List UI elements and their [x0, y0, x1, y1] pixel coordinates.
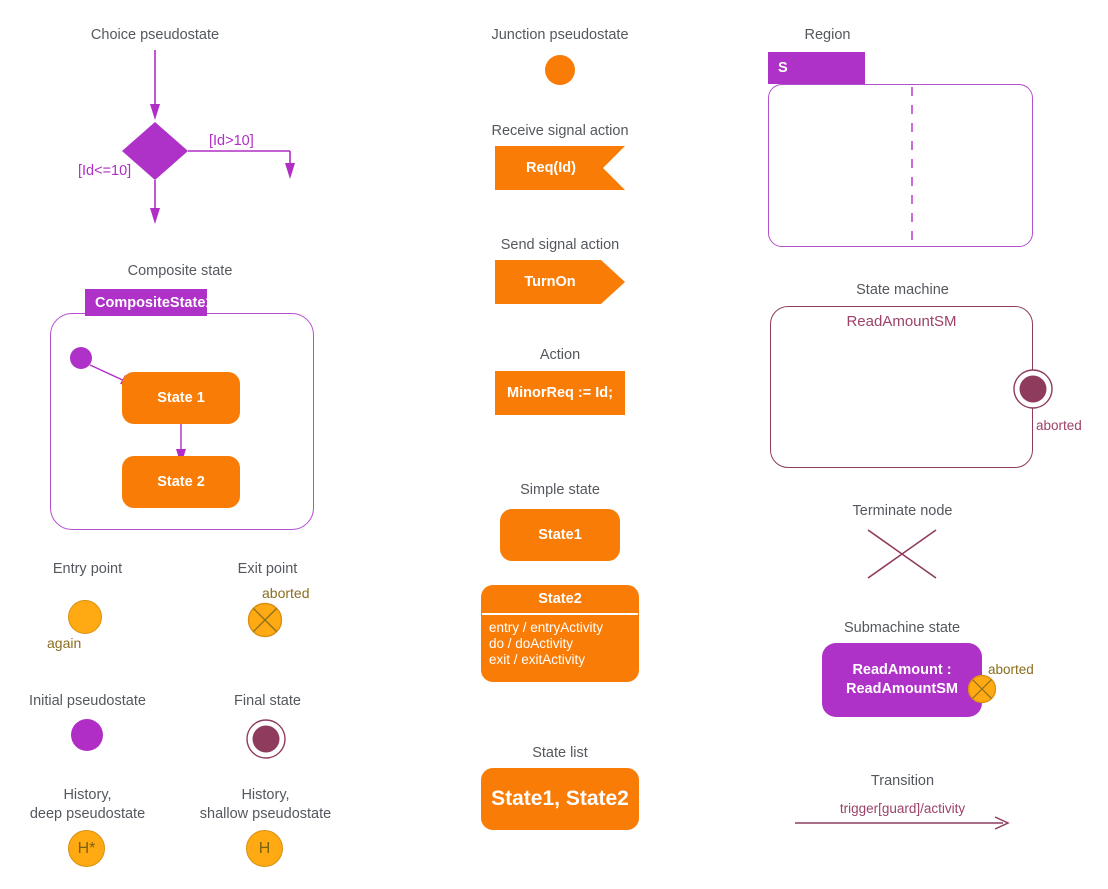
choice-guard-right-label: [Id>10] [209, 133, 254, 149]
region-caption: Region [804, 27, 851, 43]
region-tab: S [768, 52, 865, 84]
exit-point-caption: Exit point [237, 561, 298, 577]
history-shallow-icon[interactable]: H [246, 830, 283, 867]
submachine-state-shape[interactable]: ReadAmount : ReadAmountSM [822, 643, 982, 717]
submachine-state-label-line1: ReadAmount : [852, 662, 952, 678]
state-machine-exit-final-state[interactable] [1012, 368, 1054, 410]
action-caption: Action [539, 347, 581, 363]
state2-entry-activity: entry / entryActivity [489, 619, 604, 635]
action-shape[interactable]: MinorReq := Id; [495, 371, 625, 415]
simple-state-1[interactable]: State1 [500, 509, 620, 561]
submachine-state-caption: Submachine state [843, 620, 961, 636]
initial-pseudostate-icon[interactable] [70, 718, 104, 752]
composite-inner-state-2-label: State 2 [157, 474, 205, 490]
state2-shape[interactable]: State2 entry / entryActivity do / doActi… [481, 585, 639, 682]
region-divider [911, 87, 913, 244]
region-tab-label: S [778, 60, 788, 76]
junction-pseudostate-icon[interactable] [544, 54, 576, 86]
state-list-caption: State list [532, 745, 588, 761]
state2-exit-activity: exit / exitActivity [489, 651, 586, 667]
state-machine-exit-label: aborted [1036, 418, 1082, 433]
send-signal-caption: Send signal action [500, 237, 620, 253]
history-deep-caption: History, deep pseudostate [29, 787, 146, 822]
exit-point-label: aborted [262, 585, 310, 601]
entry-point-label: again [47, 635, 82, 651]
composite-inner-state-2[interactable]: State 2 [122, 456, 240, 508]
history-deep-symbol: H* [77, 839, 96, 857]
composite-state-tab: CompositeState1 [85, 289, 213, 316]
final-state-icon[interactable] [245, 718, 287, 760]
composite-inner-state-1-label: State 1 [157, 390, 205, 406]
state2-activities: entry / entryActivity do / doActivity ex… [481, 615, 639, 668]
entry-point-caption: Entry point [52, 561, 123, 577]
composite-inner-state-1[interactable]: State 1 [122, 372, 240, 424]
receive-signal-label: Req(Id) [526, 160, 576, 176]
exit-point-icon[interactable] [247, 602, 283, 638]
state-machine-title: ReadAmountSM [846, 313, 957, 330]
state2-title: State2 [538, 591, 582, 607]
simple-state-1-label: State1 [538, 527, 582, 543]
initial-pseudostate-caption: Initial pseudostate [29, 693, 146, 709]
submachine-exit-point-icon[interactable] [967, 674, 997, 704]
simple-state-caption: Simple state [520, 482, 600, 498]
history-deep-icon[interactable]: H* [68, 830, 105, 867]
entry-point-icon[interactable] [68, 600, 102, 634]
transition-caption: Transition [870, 773, 935, 789]
history-shallow-symbol: H [258, 839, 271, 857]
send-signal-label: TurnOn [524, 274, 576, 290]
state2-do-activity: do / doActivity [489, 635, 574, 651]
action-label: MinorReq := Id; [507, 385, 613, 401]
terminate-node-icon[interactable] [866, 528, 938, 580]
state-machine-body [770, 306, 1033, 468]
terminate-node-caption: Terminate node [852, 503, 953, 519]
final-state-caption: Final state [234, 693, 301, 709]
choice-pseudostate-caption: Choice pseudostate [90, 27, 220, 43]
history-shallow-caption: History, shallow pseudostate [199, 787, 332, 822]
junction-pseudostate-caption: Junction pseudostate [491, 27, 629, 43]
state-list-label: State1, State2 [491, 787, 629, 810]
composite-state-caption: Composite state [127, 263, 233, 279]
submachine-exit-label: aborted [988, 662, 1034, 677]
submachine-state-label-line2: ReadAmountSM [846, 681, 958, 697]
diagram-canvas: Choice pseudostate [Id>10] [Id<=10] Comp… [0, 0, 1108, 889]
composite-state-tab-label: CompositeState1 [95, 294, 214, 311]
state-list-shape[interactable]: State1, State2 [481, 768, 639, 830]
state-machine-caption: State machine [856, 282, 949, 298]
transition-arrow [795, 816, 1010, 830]
choice-guard-down-label: [Id<=10] [78, 163, 132, 179]
receive-signal-caption: Receive signal action [491, 123, 629, 139]
transition-label: trigger[guard]/activity [839, 801, 966, 816]
